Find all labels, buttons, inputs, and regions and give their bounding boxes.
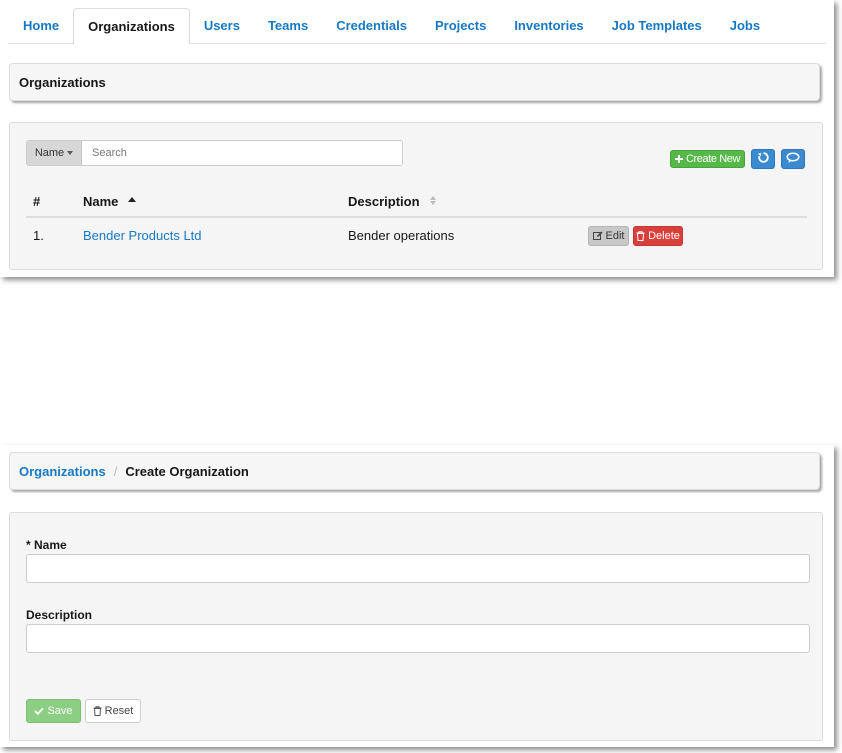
delete-button[interactable]: Delete bbox=[633, 226, 683, 246]
sort-icon bbox=[429, 196, 438, 205]
breadcrumb-separator: / bbox=[113, 463, 118, 479]
search-input[interactable] bbox=[82, 141, 402, 165]
save-button[interactable]: Save bbox=[26, 699, 81, 723]
column-header-description-label: Description bbox=[348, 194, 420, 209]
create-new-label: Create New bbox=[685, 153, 741, 165]
caret-down-icon bbox=[67, 151, 74, 155]
tab-jobs[interactable]: Jobs bbox=[716, 8, 774, 44]
search-field-dropdown[interactable]: Name bbox=[27, 141, 82, 165]
organizations-list-screen: Home Organizations Users Teams Credentia… bbox=[0, 0, 834, 277]
check-icon bbox=[34, 707, 45, 715]
organization-description: Bender operations bbox=[348, 228, 455, 243]
page-title-bar: Organizations bbox=[9, 63, 820, 101]
tab-projects[interactable]: Projects bbox=[421, 8, 500, 44]
breadcrumb-current: Create Organization bbox=[125, 463, 249, 479]
tab-teams[interactable]: Teams bbox=[254, 8, 322, 44]
create-new-button[interactable]: Create New bbox=[670, 150, 745, 168]
table-header-divider bbox=[26, 216, 807, 218]
tab-home[interactable]: Home bbox=[8, 8, 73, 44]
sort-asc-icon bbox=[128, 197, 137, 202]
page-title: Organizations bbox=[19, 74, 106, 90]
search-field-label: Name bbox=[34, 147, 65, 159]
description-label: Description bbox=[26, 608, 93, 622]
edit-button[interactable]: Edit bbox=[588, 226, 629, 246]
column-header-name[interactable]: Name bbox=[83, 194, 137, 209]
create-organization-screen: Organizations / Create Organization * Na… bbox=[0, 445, 834, 747]
tab-credentials[interactable]: Credentials bbox=[322, 8, 421, 44]
tab-organizations[interactable]: Organizations bbox=[73, 8, 190, 45]
refresh-button[interactable] bbox=[751, 149, 775, 169]
reset-button[interactable]: Reset bbox=[85, 699, 141, 723]
breadcrumb-organizations-link[interactable]: Organizations bbox=[19, 464, 106, 479]
edit-icon bbox=[592, 231, 603, 241]
refresh-icon bbox=[757, 151, 770, 167]
organization-name-link[interactable]: Bender Products Ltd bbox=[83, 228, 202, 243]
column-header-description[interactable]: Description bbox=[348, 194, 438, 209]
breadcrumb: Organizations / Create Organization bbox=[9, 452, 820, 490]
main-nav-tabs: Home Organizations Users Teams Credentia… bbox=[8, 8, 826, 45]
trash-icon bbox=[636, 231, 645, 241]
delete-label: Delete bbox=[648, 230, 680, 242]
tab-inventories[interactable]: Inventories bbox=[500, 8, 597, 44]
organizations-list-panel: Name Create New # Name Description bbox=[9, 122, 823, 270]
chat-button[interactable] bbox=[781, 149, 805, 169]
search-group: Name bbox=[26, 140, 403, 166]
description-field[interactable] bbox=[26, 624, 810, 653]
chat-icon bbox=[786, 151, 800, 167]
create-organization-form: * Name Description Save Reset bbox=[9, 512, 823, 741]
column-header-name-label: Name bbox=[83, 194, 119, 209]
row-index: 1. bbox=[33, 228, 44, 243]
tab-job-templates[interactable]: Job Templates bbox=[598, 8, 716, 44]
name-field[interactable] bbox=[26, 554, 810, 583]
plus-icon bbox=[674, 155, 683, 163]
name-label: * Name bbox=[26, 538, 67, 552]
tab-users[interactable]: Users bbox=[190, 8, 254, 44]
trash-icon bbox=[93, 706, 102, 716]
reset-label: Reset bbox=[104, 705, 134, 717]
column-header-index: # bbox=[33, 194, 41, 209]
save-label: Save bbox=[47, 705, 73, 717]
edit-label: Edit bbox=[605, 230, 625, 242]
